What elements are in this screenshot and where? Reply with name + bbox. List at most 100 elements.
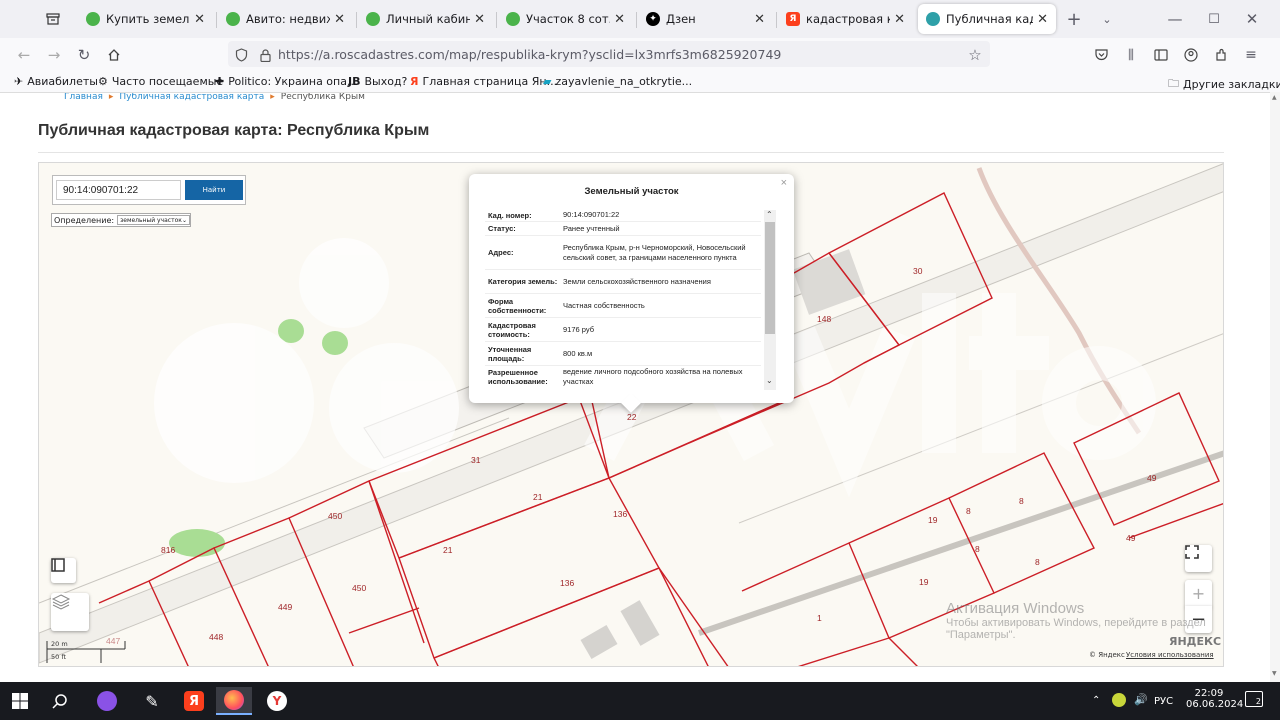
- maximize-icon[interactable]: ☐: [1203, 8, 1225, 30]
- tab-title: Авито: недвижимос: [246, 12, 330, 26]
- avito-icon: [366, 12, 380, 26]
- clock-date: 06.06.2024: [1186, 699, 1244, 710]
- chevron-down-icon[interactable]: ⌄: [766, 376, 773, 385]
- firefox-icon[interactable]: [216, 687, 252, 715]
- bookmark-star-icon[interactable]: ☆: [964, 44, 986, 66]
- jb-icon: JB: [348, 75, 361, 88]
- alice-icon[interactable]: [93, 687, 121, 715]
- minimize-icon[interactable]: —: [1164, 8, 1186, 30]
- bookmark-item[interactable]: ✚ Politico: Украина опа...: [215, 75, 357, 88]
- bookmark-label: Главная страница Ян...: [422, 75, 558, 88]
- fullscreen-button[interactable]: [1185, 545, 1212, 572]
- definition-select[interactable]: земельный участок ⌄: [117, 215, 190, 225]
- ruler-button[interactable]: [51, 558, 76, 583]
- terms-link[interactable]: Условия использования: [1126, 651, 1214, 659]
- info-value: Земли сельскохозяйственного назначения: [563, 276, 711, 286]
- shield-icon[interactable]: [230, 44, 252, 66]
- scale-metric: 20 m: [51, 640, 68, 648]
- layers-button[interactable]: [51, 593, 89, 631]
- info-value: 9176 руб: [563, 324, 594, 334]
- app-icon[interactable]: ✎: [138, 687, 166, 715]
- info-value: 90:14:090701:22: [563, 210, 620, 220]
- tray-app-icon[interactable]: [1112, 693, 1126, 707]
- find-button[interactable]: Найти: [185, 180, 243, 200]
- bookmark-item[interactable]: ⚙ Часто посещаемые: [98, 75, 223, 88]
- close-icon[interactable]: ×: [781, 177, 787, 189]
- back-icon[interactable]: ←: [13, 44, 35, 66]
- window-close-icon[interactable]: ✕: [1241, 8, 1263, 30]
- close-icon[interactable]: ✕: [334, 12, 345, 27]
- new-tab-icon[interactable]: +: [1063, 8, 1085, 30]
- close-icon[interactable]: ✕: [474, 12, 485, 27]
- tab-strip: Купить земельный уч ✕ Авито: недвижимос …: [0, 0, 1280, 38]
- tab-4[interactable]: Участок 8 сот. (СНТ, ✕: [498, 4, 633, 34]
- language-indicator[interactable]: РУС: [1154, 696, 1173, 707]
- cadastral-number-input[interactable]: [56, 180, 181, 200]
- pocket-icon[interactable]: [1090, 44, 1112, 66]
- watermark-title: Активация Windows: [946, 600, 1085, 617]
- tab-overview-icon[interactable]: [42, 8, 64, 30]
- breadcrumb-section[interactable]: Публичная кадастровая карта: [119, 93, 264, 102]
- info-row: Категория земель: Земли сельскохозяйствен…: [485, 270, 761, 294]
- reload-icon[interactable]: ↻: [73, 44, 95, 66]
- parcel-label: 148: [817, 314, 832, 324]
- chevron-up-icon[interactable]: ⌃: [766, 210, 773, 219]
- tab-title: Личный кабинет - С: [386, 12, 471, 26]
- chevron-up-icon[interactable]: ⌃: [1092, 695, 1100, 706]
- parcel-label: 19: [928, 515, 938, 525]
- clock[interactable]: 22:09 06.06.2024: [1186, 688, 1244, 710]
- tab-5[interactable]: ✦ Дзен ✕: [638, 4, 773, 34]
- library-icon[interactable]: ⫼: [1120, 44, 1142, 66]
- parcel-label: 8: [975, 544, 980, 554]
- windows-start-icon[interactable]: [6, 687, 34, 715]
- parcel-label: 1: [817, 613, 822, 623]
- search-icon[interactable]: [46, 687, 74, 715]
- tab-6[interactable]: Я кадастровая карта к ✕: [778, 4, 913, 34]
- bookmark-item[interactable]: JB Выход?: [348, 75, 407, 88]
- divider: [38, 152, 1224, 153]
- info-value: Ранее учтенный: [563, 223, 620, 233]
- tab-2[interactable]: Авито: недвижимос ✕: [218, 4, 353, 34]
- bookmark-label: Politico: Украина опа...: [228, 75, 358, 88]
- breadcrumb-home[interactable]: Главная: [64, 93, 103, 102]
- close-icon[interactable]: ✕: [1037, 12, 1048, 27]
- windows-taskbar: ✎ Я Y ⌃ 🔊 РУС 22:09 06.06.2024 2: [0, 682, 1280, 720]
- close-icon[interactable]: ✕: [194, 12, 205, 27]
- forward-icon[interactable]: →: [43, 44, 65, 66]
- yandex-icon[interactable]: Я: [180, 687, 208, 715]
- volume-icon[interactable]: 🔊: [1134, 693, 1148, 706]
- search-panel: Найти: [52, 175, 246, 205]
- parcel-label: 22: [627, 412, 637, 422]
- tab-3[interactable]: Личный кабинет - С ✕: [358, 4, 493, 34]
- account-icon[interactable]: [1180, 44, 1202, 66]
- yandex-browser-icon[interactable]: Y: [263, 687, 291, 715]
- lock-icon[interactable]: [254, 44, 276, 66]
- info-row: Адрес: Республика Крым, р-н Черноморский,…: [485, 236, 761, 270]
- close-icon[interactable]: ✕: [754, 12, 765, 27]
- popup-scroll-thumb[interactable]: [765, 222, 775, 334]
- bookmark-item[interactable]: ✈ Авиабилеты: [14, 75, 98, 88]
- tab-list-icon[interactable]: ⌄: [1096, 8, 1118, 30]
- bookmarks-bar: ✈ Авиабилеты ⚙ Часто посещаемые ✚ Politi…: [0, 72, 1280, 92]
- tab-7-active[interactable]: Публичная кадастра ✕: [918, 4, 1056, 34]
- clock-time: 22:09: [1194, 688, 1224, 699]
- home-icon[interactable]: [103, 44, 125, 66]
- info-label: Категория земель:: [488, 277, 558, 286]
- address-url: https://a.roscadastres.com/map/respublik…: [278, 47, 782, 62]
- dzen-icon: ✦: [646, 12, 660, 26]
- tab-1[interactable]: Купить земельный уч ✕: [78, 4, 213, 34]
- bookmark-item[interactable]: Я Главная страница Ян...: [410, 75, 557, 88]
- popup-title: Земельный участок: [584, 186, 679, 197]
- parcel-label: 19: [919, 577, 929, 587]
- menu-icon[interactable]: ≡: [1240, 44, 1262, 66]
- notifications-icon[interactable]: 2: [1245, 691, 1263, 707]
- bookmark-item[interactable]: ▰ zayavlenie_na_otkrytie...: [543, 75, 692, 88]
- extensions-icon[interactable]: [1210, 44, 1232, 66]
- page-scrollbar[interactable]: ▲ ▼: [1270, 92, 1280, 682]
- close-icon[interactable]: ✕: [614, 12, 625, 27]
- popup-scrollbar[interactable]: ⌃ ⌄: [764, 210, 776, 390]
- close-icon[interactable]: ✕: [894, 12, 905, 27]
- definition-row: Определение: земельный участок ⌄: [51, 213, 191, 227]
- sidebar-icon[interactable]: [1150, 44, 1172, 66]
- info-row: Уточненная площадь: 800 кв.м: [485, 342, 761, 366]
